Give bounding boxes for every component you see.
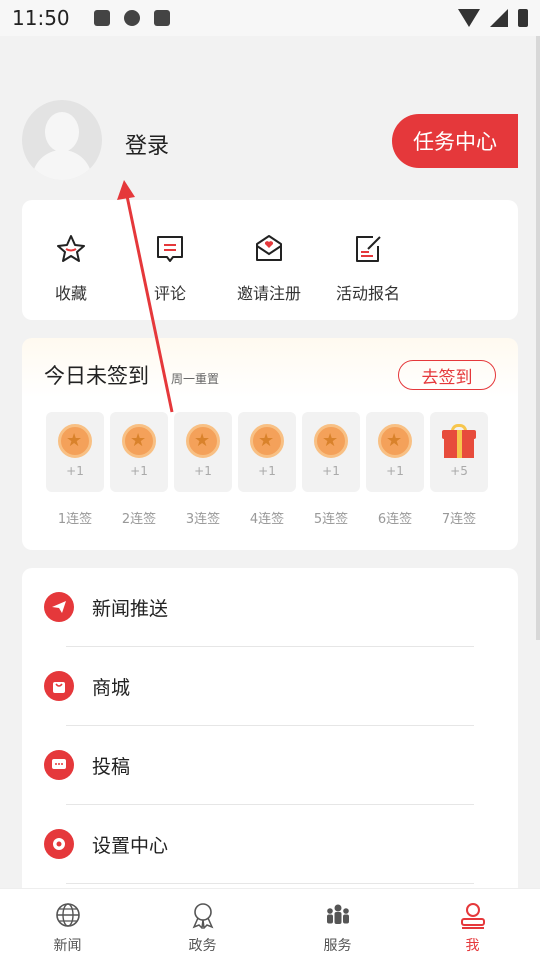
coin-icon: ★ (58, 424, 92, 458)
signin-reset-note: 周一重置 (171, 372, 220, 386)
battery-icon (518, 9, 528, 27)
signin-day-5: ★ +1 (302, 412, 360, 492)
signin-day-7: +5 (430, 412, 488, 492)
signin-status-title: 今日未签到 (44, 364, 149, 388)
coin-icon: ★ (250, 424, 284, 458)
quick-action-comments[interactable]: 评论 (130, 232, 210, 304)
quick-action-event-signup[interactable]: 活动报名 (328, 232, 408, 304)
menu-label: 投稿 (92, 756, 131, 778)
comment-icon (157, 236, 183, 262)
chat-bubble-icon (44, 750, 74, 780)
day-label: 5连签 (313, 512, 349, 527)
edit-form-icon (356, 236, 381, 262)
signin-day-3: ★ +1 (174, 412, 232, 492)
day-reward: +1 (66, 464, 84, 478)
menu-item-mall[interactable]: 商城 (22, 647, 518, 726)
alert-notification-icon (123, 10, 140, 26)
shopping-bag-icon (44, 671, 74, 701)
quick-action-favorites[interactable]: 收藏 (31, 232, 111, 304)
day-reward: +1 (258, 464, 276, 478)
settings-menu-card: 新闻推送 商城 投稿 设置中心 (22, 568, 518, 898)
tab-me[interactable]: 我 (405, 889, 540, 960)
gear-icon (44, 829, 74, 859)
tab-label: 新闻 (53, 938, 82, 954)
signin-day-1: ★ +1 (46, 412, 104, 492)
menu-item-submit[interactable]: 投稿 (22, 726, 518, 805)
quick-action-invite[interactable]: 邀请注册 (229, 232, 309, 304)
coin-icon: ★ (314, 424, 348, 458)
day-label: 3连签 (185, 512, 221, 527)
day-reward: +5 (450, 464, 468, 478)
signin-day-6: ★ +1 (366, 412, 424, 492)
day-label: 1连签 (57, 512, 93, 527)
quick-action-label: 活动报名 (335, 284, 400, 303)
status-bar: 11:50 (0, 0, 540, 36)
menu-label: 设置中心 (92, 835, 169, 857)
day-reward: +1 (386, 464, 404, 478)
day-label: 6连签 (377, 512, 413, 527)
people-icon (326, 904, 349, 924)
day-label: 4连签 (249, 512, 285, 527)
tab-label: 政务 (188, 938, 217, 954)
menu-label: 新闻推送 (92, 598, 169, 620)
go-signin-button[interactable]: 去签到 (398, 360, 496, 390)
award-icon (192, 903, 213, 929)
avatar[interactable] (22, 100, 102, 180)
tab-label: 服务 (323, 938, 352, 954)
quick-actions-card: 收藏 评论 邀请注册 活动报名 (22, 200, 518, 320)
signin-day-2: ★ +1 (110, 412, 168, 492)
star-icon (57, 235, 85, 262)
coin-icon: ★ (378, 424, 412, 458)
signin-day-4: ★ +1 (238, 412, 296, 492)
quick-action-label: 收藏 (54, 284, 87, 303)
status-time: 11:50 (12, 6, 70, 30)
day-label: 7连签 (441, 512, 477, 527)
daily-signin-card: 今日未签到 周一重置 去签到 ★ +1 ★ +1 ★ +1 ★ +1 ★ +1 ★ +1 +… (22, 338, 518, 550)
text-notification-icon (153, 10, 170, 26)
day-reward: +1 (194, 464, 212, 478)
day-label: 2连签 (121, 512, 157, 527)
task-center-button[interactable]: 任务中心 (392, 114, 518, 168)
quick-action-label: 邀请注册 (236, 284, 301, 303)
user-icon (460, 903, 485, 929)
wifi-icon (458, 9, 480, 27)
invite-mail-icon (256, 235, 282, 261)
tab-government[interactable]: 政务 (135, 889, 270, 960)
tab-news[interactable]: 新闻 (0, 889, 135, 960)
divider (66, 883, 474, 884)
tab-label: 我 (465, 938, 480, 954)
bottom-tab-bar: 新闻 政务 服务 我 (0, 888, 540, 960)
globe-icon (55, 903, 80, 927)
image-notification-icon (93, 10, 110, 26)
menu-label: 商城 (92, 677, 131, 699)
coin-icon: ★ (122, 424, 156, 458)
coin-icon: ★ (186, 424, 220, 458)
quick-action-label: 评论 (153, 284, 186, 303)
menu-item-settings[interactable]: 设置中心 (22, 805, 518, 884)
profile-header: 登录 任务中心 (0, 100, 540, 184)
gift-icon (442, 424, 476, 458)
day-reward: +1 (322, 464, 340, 478)
tab-services[interactable]: 服务 (270, 889, 405, 960)
login-link[interactable]: 登录 (125, 128, 169, 160)
signal-icon (490, 9, 508, 27)
menu-item-news-push[interactable]: 新闻推送 (22, 568, 518, 647)
day-reward: +1 (130, 464, 148, 478)
paper-plane-icon (44, 592, 74, 622)
